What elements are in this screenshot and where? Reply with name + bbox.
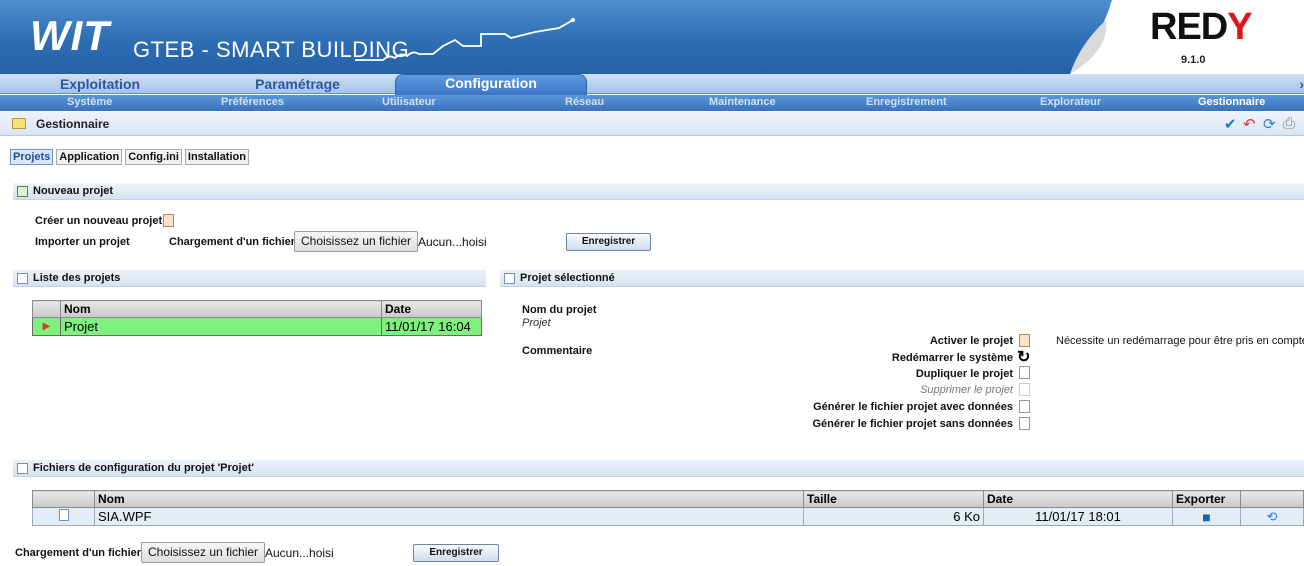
subnav-gestionnaire[interactable]: Gestionnaire [1198, 96, 1265, 108]
wit-logo: WIT [30, 12, 110, 59]
section-title: Fichiers de configuration du projet 'Pro… [33, 462, 254, 474]
subtab-projets[interactable]: Projets [10, 149, 54, 165]
project-name-value: Projet [522, 317, 551, 329]
document-icon [58, 509, 69, 521]
tab-exploitation[interactable]: Exploitation [0, 76, 200, 94]
subnav-explorateur[interactable]: Explorateur [1040, 96, 1101, 108]
tabs-scroll-right-icon[interactable]: › [1299, 76, 1304, 92]
version-label: 9.1.0 [1181, 54, 1206, 66]
generate-with-data-icon[interactable] [1019, 400, 1030, 413]
create-project-icon[interactable] [163, 214, 174, 227]
name-column-header: Nom [60, 300, 382, 318]
restart-required-note: Nécessite un redémarrage pour être pris … [1056, 335, 1304, 347]
project-list-section-header: Liste des projets [13, 270, 486, 287]
size-column-header: Taille [803, 490, 984, 508]
project-date-cell: 11/01/17 16:04 [381, 317, 482, 336]
subnav-utilisateur[interactable]: Utilisateur [382, 96, 436, 108]
new-project-section-header: Nouveau projet [13, 183, 1304, 200]
save-disk-icon[interactable]: ■ [1202, 509, 1210, 525]
project-name-cell[interactable]: Projet [60, 317, 382, 336]
redy-logo: REDY [1150, 6, 1253, 48]
no-config-file-chosen-text: Aucun...hoisi [265, 546, 334, 560]
new-project-icon [17, 186, 28, 197]
date-column-header: Date [983, 490, 1173, 508]
subnav-systeme[interactable]: Système [67, 96, 112, 108]
page-title-bar: Gestionnaire ✔ ↶ ⟳ ⎙ [0, 112, 1304, 136]
choose-config-file-button[interactable]: Choisissez un fichier [141, 542, 266, 563]
sub-nav: Système Préférences Utilisateur Réseau M… [0, 95, 1304, 111]
restart-system-action[interactable]: Redémarrer le système [892, 352, 1013, 364]
subtab-config-ini[interactable]: Config.ini [125, 149, 182, 165]
restart-icon[interactable]: ↻ [1017, 347, 1030, 367]
active-project-icon: ▶ [32, 317, 61, 336]
list-icon [17, 273, 28, 284]
name-column-header: Nom [94, 490, 804, 508]
subnav-reseau[interactable]: Réseau [565, 96, 604, 108]
comment-label: Commentaire [522, 345, 593, 357]
config-files-table: Nom Taille Date Exporter SIA.WPF 6 Ko 11… [32, 490, 1304, 526]
icon-column-header [32, 300, 61, 318]
activate-project-action[interactable]: Activer le projet [930, 335, 1013, 347]
action-column-header [1240, 490, 1304, 508]
file-name-cell: SIA.WPF [94, 507, 804, 526]
import-project-label: Importer un projet [35, 236, 130, 248]
subnav-maintenance[interactable]: Maintenance [709, 96, 776, 108]
icon-column-header [32, 490, 95, 508]
subnav-enregistrement[interactable]: Enregistrement [866, 96, 947, 108]
upload-config-label: Chargement d'un fichier [15, 547, 142, 559]
check-icon[interactable]: ✔ [1224, 115, 1237, 133]
table-row[interactable]: SIA.WPF 6 Ko 11/01/17 18:01 ■ ⟲ [32, 507, 1304, 526]
refresh-icon[interactable]: ⟳ [1263, 115, 1276, 133]
page-title: Gestionnaire [36, 117, 110, 131]
replace-file-icon[interactable]: ⟲ [1267, 509, 1278, 524]
save-import-button[interactable]: Enregistrer [566, 233, 651, 251]
subnav-preferences[interactable]: Préférences [221, 96, 284, 108]
choose-file-button[interactable]: Choisissez un fichier [294, 231, 419, 252]
sub-tabs: Projets Application Config.ini Installat… [10, 149, 249, 165]
replace-cell: ⟲ [1240, 507, 1304, 526]
subtab-installation[interactable]: Installation [184, 149, 249, 165]
tab-parametrage[interactable]: Paramétrage [200, 76, 395, 94]
file-date-cell: 11/01/17 18:01 [983, 507, 1173, 526]
export-cell: ■ [1172, 507, 1241, 526]
duplicate-project-action[interactable]: Dupliquer le projet [916, 368, 1013, 380]
section-title: Projet sélectionné [520, 272, 615, 284]
subtab-application[interactable]: Application [56, 149, 123, 165]
manager-icon [12, 118, 26, 129]
project-icon [504, 273, 515, 284]
create-project-label[interactable]: Créer un nouveau projet [35, 215, 162, 227]
tab-configuration[interactable]: Configuration [395, 74, 587, 95]
project-name-label: Nom du projet [522, 304, 597, 316]
no-file-chosen-text: Aucun...hoisi [418, 235, 487, 249]
undo-icon[interactable]: ↶ [1243, 115, 1256, 133]
file-size-cell: 6 Ko [803, 507, 984, 526]
signal-wave-graphic [355, 18, 575, 61]
main-tabs: Exploitation Paramétrage Configuration [0, 74, 1304, 95]
project-list-table: Nom Date ▶ Projet 11/01/17 16:04 [32, 300, 482, 336]
generate-without-data-action[interactable]: Générer le fichier projet sans données [812, 418, 1013, 430]
delete-icon [1019, 383, 1030, 396]
file-icon [17, 463, 28, 474]
app-banner: WIT GTEB - SMART BUILDING REDY 9.1.0 [0, 0, 1304, 74]
generate-with-data-action[interactable]: Générer le fichier projet avec données [813, 401, 1013, 413]
section-title: Liste des projets [33, 272, 121, 284]
config-files-section-header: Fichiers de configuration du projet 'Pro… [13, 460, 1304, 477]
activate-icon[interactable] [1019, 334, 1030, 347]
duplicate-icon[interactable] [1019, 366, 1030, 379]
date-column-header: Date [381, 300, 482, 318]
generate-without-data-icon[interactable] [1019, 417, 1030, 430]
file-icon-cell [32, 507, 95, 526]
export-column-header: Exporter [1172, 490, 1241, 508]
section-title: Nouveau projet [33, 185, 114, 197]
save-config-file-button[interactable]: Enregistrer [413, 544, 499, 562]
upload-file-label: Chargement d'un fichier [169, 236, 296, 248]
print-icon[interactable]: ⎙ [1283, 115, 1295, 132]
selected-project-section-header: Projet sélectionné [500, 270, 1304, 287]
table-row[interactable]: ▶ Projet 11/01/17 16:04 [32, 317, 482, 336]
delete-project-action: Supprimer le projet [920, 384, 1013, 396]
